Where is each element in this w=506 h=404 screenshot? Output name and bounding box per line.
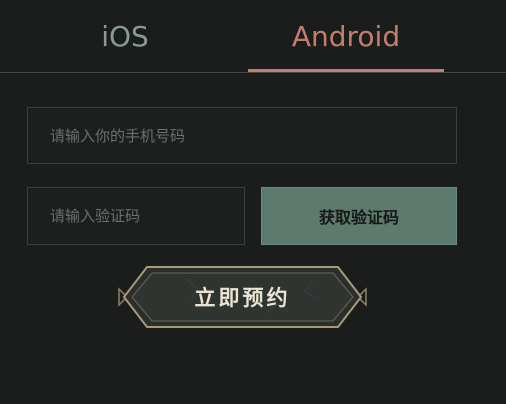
verification-code-input[interactable]	[28, 188, 244, 244]
active-tab-indicator	[248, 69, 444, 72]
get-code-button[interactable]: 获取验证码	[261, 187, 457, 245]
reserve-button[interactable]: 立即预约	[115, 264, 370, 330]
tab-android[interactable]: Android	[248, 0, 444, 72]
code-field[interactable]	[27, 187, 245, 245]
platform-tabs: iOS Android	[0, 0, 506, 73]
phone-field[interactable]	[27, 107, 457, 164]
tab-ios[interactable]: iOS	[0, 0, 250, 72]
phone-input[interactable]	[28, 108, 456, 163]
reserve-button-label: 立即预约	[194, 286, 291, 310]
